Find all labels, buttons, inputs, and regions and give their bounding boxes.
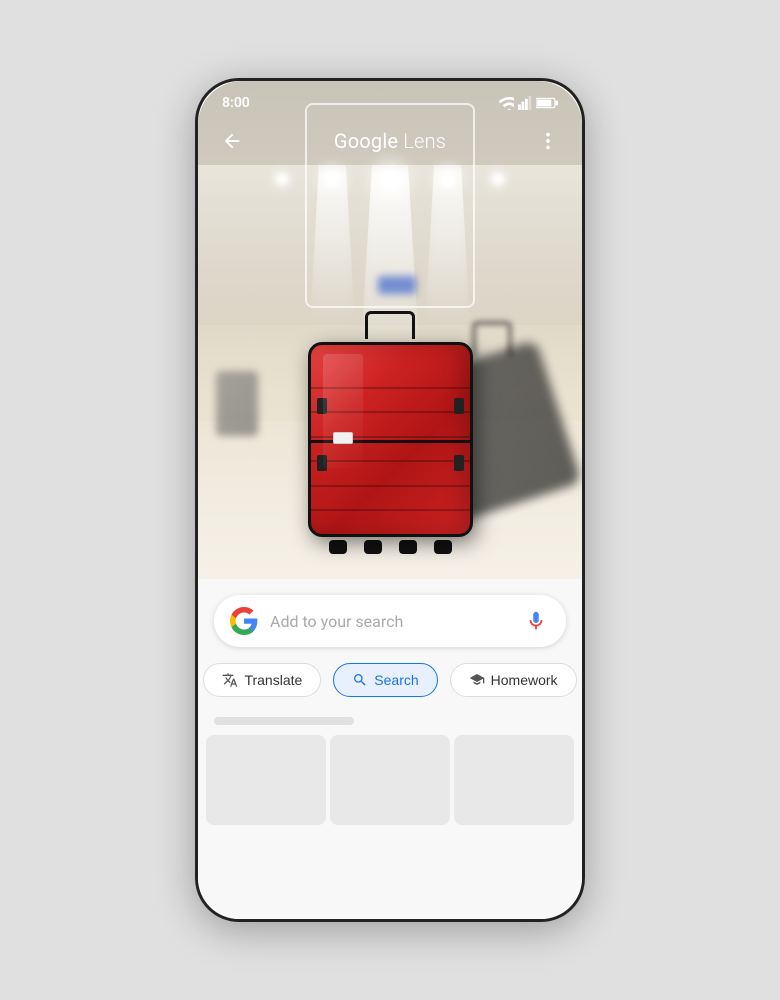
skeleton-card-3 bbox=[454, 735, 574, 825]
homework-tab[interactable]: Homework bbox=[450, 663, 577, 697]
search-label: Search bbox=[374, 672, 418, 688]
suitcase-handle bbox=[365, 311, 415, 339]
shine bbox=[323, 354, 363, 467]
translate-label: Translate bbox=[244, 672, 302, 688]
wheel-right2 bbox=[399, 540, 417, 554]
app-title: Google Lens bbox=[334, 129, 446, 153]
skeleton-grid bbox=[206, 735, 574, 825]
status-time: 8:00 bbox=[222, 95, 250, 111]
blue-sign bbox=[378, 276, 416, 294]
back-button[interactable] bbox=[214, 123, 250, 159]
status-icons bbox=[498, 96, 558, 110]
suitcase-wheels bbox=[300, 540, 480, 554]
translate-tab[interactable]: Translate bbox=[203, 663, 321, 697]
search-tab-icon bbox=[352, 672, 368, 688]
search-bar[interactable]: Add to your search bbox=[214, 595, 566, 647]
top-bar: Google Lens bbox=[198, 117, 582, 165]
search-placeholder-text: Add to your search bbox=[270, 612, 510, 631]
homework-label: Homework bbox=[491, 672, 558, 688]
light-bulb-right2 bbox=[492, 173, 504, 185]
tab-buttons: Translate Search Homework bbox=[198, 647, 582, 697]
more-vert-icon bbox=[537, 130, 559, 152]
homework-icon bbox=[469, 672, 485, 688]
mic-icon bbox=[525, 610, 547, 632]
bg-suitcase-far-left bbox=[216, 371, 258, 436]
ridge6 bbox=[311, 509, 470, 511]
mic-button[interactable] bbox=[522, 607, 550, 635]
phone-frame: 8:00 bbox=[195, 78, 585, 922]
skeleton-bar bbox=[214, 717, 354, 725]
back-arrow-icon bbox=[221, 130, 243, 152]
suitcase-body bbox=[308, 342, 473, 537]
light-bulb-left1 bbox=[324, 171, 340, 187]
skeleton-card-2 bbox=[330, 735, 450, 825]
battery-icon bbox=[536, 97, 558, 109]
main-suitcase bbox=[300, 311, 480, 531]
signal-icon bbox=[518, 96, 532, 110]
wifi-icon bbox=[498, 96, 514, 110]
bottom-section: Add to your search Translate bbox=[198, 579, 582, 919]
google-logo bbox=[230, 607, 258, 635]
wheel-left bbox=[329, 540, 347, 554]
clip-top bbox=[454, 398, 464, 414]
clip-bottom bbox=[454, 455, 464, 471]
light-bulb-center bbox=[379, 169, 401, 191]
more-options-button[interactable] bbox=[530, 123, 566, 159]
status-bar: 8:00 bbox=[198, 81, 582, 117]
light-bulb-right1 bbox=[440, 171, 456, 187]
light-bulb-left2 bbox=[276, 173, 288, 185]
wheel-left2 bbox=[434, 540, 452, 554]
search-tab[interactable]: Search bbox=[333, 663, 437, 697]
ridge5 bbox=[311, 485, 470, 487]
translate-icon bbox=[222, 672, 238, 688]
skeleton-card-1 bbox=[206, 735, 326, 825]
wheel-right bbox=[364, 540, 382, 554]
